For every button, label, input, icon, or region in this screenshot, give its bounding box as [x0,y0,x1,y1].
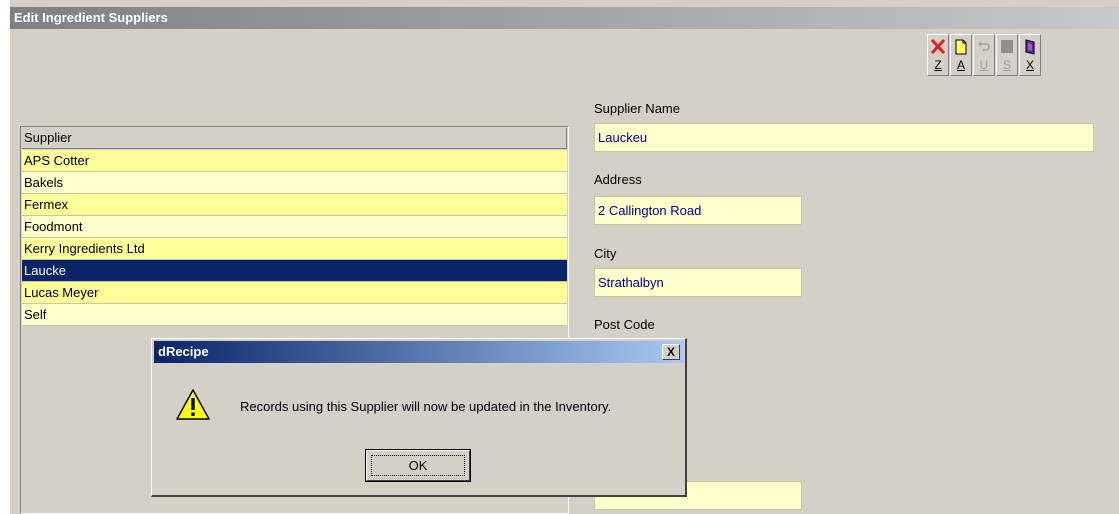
dialog-title: dRecipe X [154,341,684,363]
add-button[interactable]: A [950,34,972,76]
save-key-label: S [1002,58,1011,72]
add-page-icon [955,39,967,55]
undo-icon [978,41,990,51]
undo-button[interactable]: U [973,34,995,76]
delete-button[interactable]: Z [927,34,949,76]
ok-focus-rect [371,455,465,476]
list-item[interactable]: Fermex [22,194,567,216]
list-item-selected[interactable]: Laucke [22,260,567,282]
dialog-close-button[interactable]: X [662,344,680,360]
city-field[interactable]: Strathalbyn [594,268,802,297]
dialog-title-text: dRecipe [158,344,209,359]
supplier-name-label: Supplier Name [594,101,680,116]
exit-key-label: X [1025,58,1034,72]
address-field[interactable]: 2 Callington Road [594,196,802,225]
list-item[interactable]: Kerry Ingredients Ltd [22,238,567,260]
save-icon [1001,40,1013,53]
list-item[interactable]: Foodmont [22,216,567,238]
postcode-label: Post Code [594,317,655,332]
supplier-name-field[interactable]: Lauckeu [594,123,1094,152]
address-label: Address [594,172,642,187]
exit-door-icon [1025,39,1035,55]
list-item[interactable]: Bakels [22,172,567,194]
window-title: Edit Ingredient Suppliers [10,7,1119,29]
save-button[interactable]: S [996,34,1018,76]
add-key-label: A [956,58,965,72]
delete-x-icon [930,38,946,55]
exit-button[interactable]: X [1019,34,1041,76]
warning-icon [176,389,210,420]
delete-key-label: Z [934,58,942,72]
message-dialog: dRecipe X Records using this Supplier wi… [151,338,687,497]
list-item[interactable]: APS Cotter [22,150,567,172]
list-item[interactable]: Lucas Meyer [22,282,567,304]
undo-key-label: U [979,58,989,72]
list-body: APS Cotter Bakels Fermex Foodmont Kerry … [22,150,567,326]
list-item[interactable]: Self [22,304,567,326]
ok-button[interactable]: OK [365,449,471,482]
list-header-supplier[interactable]: Supplier [22,128,567,149]
dialog-message: Records using this Supplier will now be … [240,399,612,414]
city-label: City [594,246,617,261]
left-edge-strip [0,0,10,514]
